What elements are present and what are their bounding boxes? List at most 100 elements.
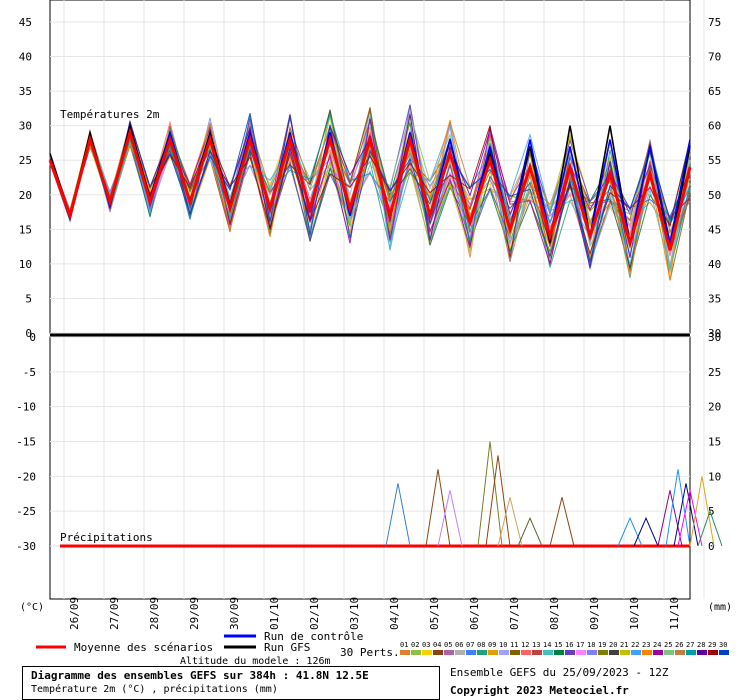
pert-swatch — [466, 650, 476, 655]
ensemble-run-label: Ensemble GEFS du 25/09/2023 - 12Z — [450, 666, 669, 679]
pert-number: 05 — [444, 641, 452, 649]
legend-gfs-label: Run GFS — [264, 641, 310, 654]
unit-right-label: (mm) — [708, 602, 732, 613]
prec-left-tick: -30 — [16, 540, 36, 553]
pert-number: 08 — [477, 641, 485, 649]
pert-number: 30 — [719, 641, 727, 649]
pert-number: 20 — [609, 641, 617, 649]
date-tick: 01/10 — [268, 597, 281, 630]
pert-number: 02 — [411, 641, 419, 649]
pert-number: 21 — [620, 641, 628, 649]
pert-number: 22 — [631, 641, 639, 649]
pert-number: 17 — [576, 641, 584, 649]
pert-swatch — [565, 650, 575, 655]
temperature-panel: 051015202530354045 30354045505560657075 … — [19, 0, 721, 340]
pert-number: 01 — [400, 641, 408, 649]
temp-right-tick: 55 — [708, 154, 721, 167]
date-tick: 03/10 — [348, 597, 361, 630]
ensemble-chart-svg: 051015202530354045 30354045505560657075 … — [16, 0, 732, 667]
temperature-left-axis: 051015202530354045 — [19, 16, 32, 340]
pert-number: 04 — [433, 641, 441, 649]
temp-left-tick: 35 — [19, 85, 32, 98]
pert-number: 25 — [664, 641, 672, 649]
prec-right-tick: 10 — [708, 470, 721, 483]
pert-number: 09 — [488, 641, 496, 649]
copyright-label: Copyright 2023 Meteociel.fr — [450, 684, 629, 697]
date-tick: 06/10 — [468, 597, 481, 630]
legend-perts-label: 30 Perts. — [340, 646, 400, 659]
precipitation-title: Précipitations — [60, 531, 153, 544]
meteogram: 0 5 10 15 20 25 30 35 40 45 30 35 40 45 50 55 60 65 70 75 … — [0, 0, 740, 700]
pert-swatch — [576, 650, 586, 655]
date-tick: 26/09 — [68, 597, 81, 630]
prec-left-tick: -20 — [16, 470, 36, 483]
pert-swatch — [422, 650, 432, 655]
pert-swatch — [686, 650, 696, 655]
temperature-right-axis: 30354045505560657075 — [708, 16, 721, 340]
pert-swatch — [543, 650, 553, 655]
temp-right-tick: 65 — [708, 85, 721, 98]
pert-number: 24 — [653, 641, 661, 649]
footer-box: Diagramme des ensembles GEFS sur 384h : … — [22, 666, 440, 700]
precipitation-left-axis: 0 -5 -10 -15 -20 -25 -30 — [16, 331, 36, 553]
pert-number: 13 — [532, 641, 540, 649]
date-tick: 04/10 — [388, 597, 401, 630]
temp-right-tick: 45 — [708, 223, 721, 236]
pert-swatch — [499, 650, 509, 655]
pert-swatch — [609, 650, 619, 655]
temp-right-tick: 50 — [708, 189, 721, 202]
temp-left-tick: 30 — [19, 120, 32, 133]
pert-swatch — [697, 650, 707, 655]
pert-swatch — [510, 650, 520, 655]
date-tick: 02/10 — [308, 597, 321, 630]
pert-swatch — [477, 650, 487, 655]
pert-number: 11 — [510, 641, 518, 649]
date-tick: 07/10 — [508, 597, 521, 630]
pert-number: 07 — [466, 641, 474, 649]
pert-swatch — [708, 650, 718, 655]
date-tick: 28/09 — [148, 597, 161, 630]
prec-left-tick: -5 — [23, 366, 36, 379]
temperature-title: Températures 2m — [60, 108, 160, 121]
pert-swatch — [620, 650, 630, 655]
pert-number: 18 — [587, 641, 595, 649]
prec-left-tick: -25 — [16, 505, 36, 518]
date-tick: 08/10 — [548, 597, 561, 630]
pert-number: 06 — [455, 641, 463, 649]
footer-subtitle: Température 2m (°C) , précipitations (mm… — [31, 684, 278, 695]
date-tick: 09/10 — [588, 597, 601, 630]
temp-right-tick: 75 — [708, 16, 721, 29]
pert-number: 29 — [708, 641, 716, 649]
date-axis: 26/09 27/09 28/09 29/09 30/09 01/10 02/10 03/10… — [68, 597, 681, 630]
unit-left-label: (°C) — [20, 602, 44, 613]
pert-number: 26 — [675, 641, 683, 649]
temp-right-tick: 70 — [708, 51, 721, 64]
temp-right-tick: 60 — [708, 120, 721, 133]
pert-swatch — [664, 650, 674, 655]
pert-swatch — [444, 650, 454, 655]
pert-number: 19 — [598, 641, 606, 649]
prec-left-tick: -10 — [16, 401, 36, 414]
pert-number: 14 — [543, 641, 551, 649]
prec-left-tick: -15 — [16, 436, 36, 449]
pert-swatch — [631, 650, 641, 655]
pert-swatch — [653, 650, 663, 655]
pert-number: 10 — [499, 641, 507, 649]
prec-right-tick: 30 — [708, 331, 721, 344]
pert-swatch — [433, 650, 443, 655]
temp-left-tick: 15 — [19, 223, 32, 236]
pert-swatch — [488, 650, 498, 655]
pert-swatch — [455, 650, 465, 655]
temp-left-tick: 40 — [19, 51, 32, 64]
precipitation-right-axis: 302520151050 — [708, 331, 721, 553]
date-tick: 10/10 — [628, 597, 641, 630]
temp-left-tick: 20 — [19, 189, 32, 202]
prec-right-tick: 25 — [708, 366, 721, 379]
pert-swatch — [532, 650, 542, 655]
pert-swatch — [554, 650, 564, 655]
pert-number: 27 — [686, 641, 694, 649]
pert-swatch — [719, 650, 729, 655]
pert-swatch — [400, 650, 410, 655]
temp-left-tick: 45 — [19, 16, 32, 29]
temp-right-tick: 40 — [708, 258, 721, 271]
